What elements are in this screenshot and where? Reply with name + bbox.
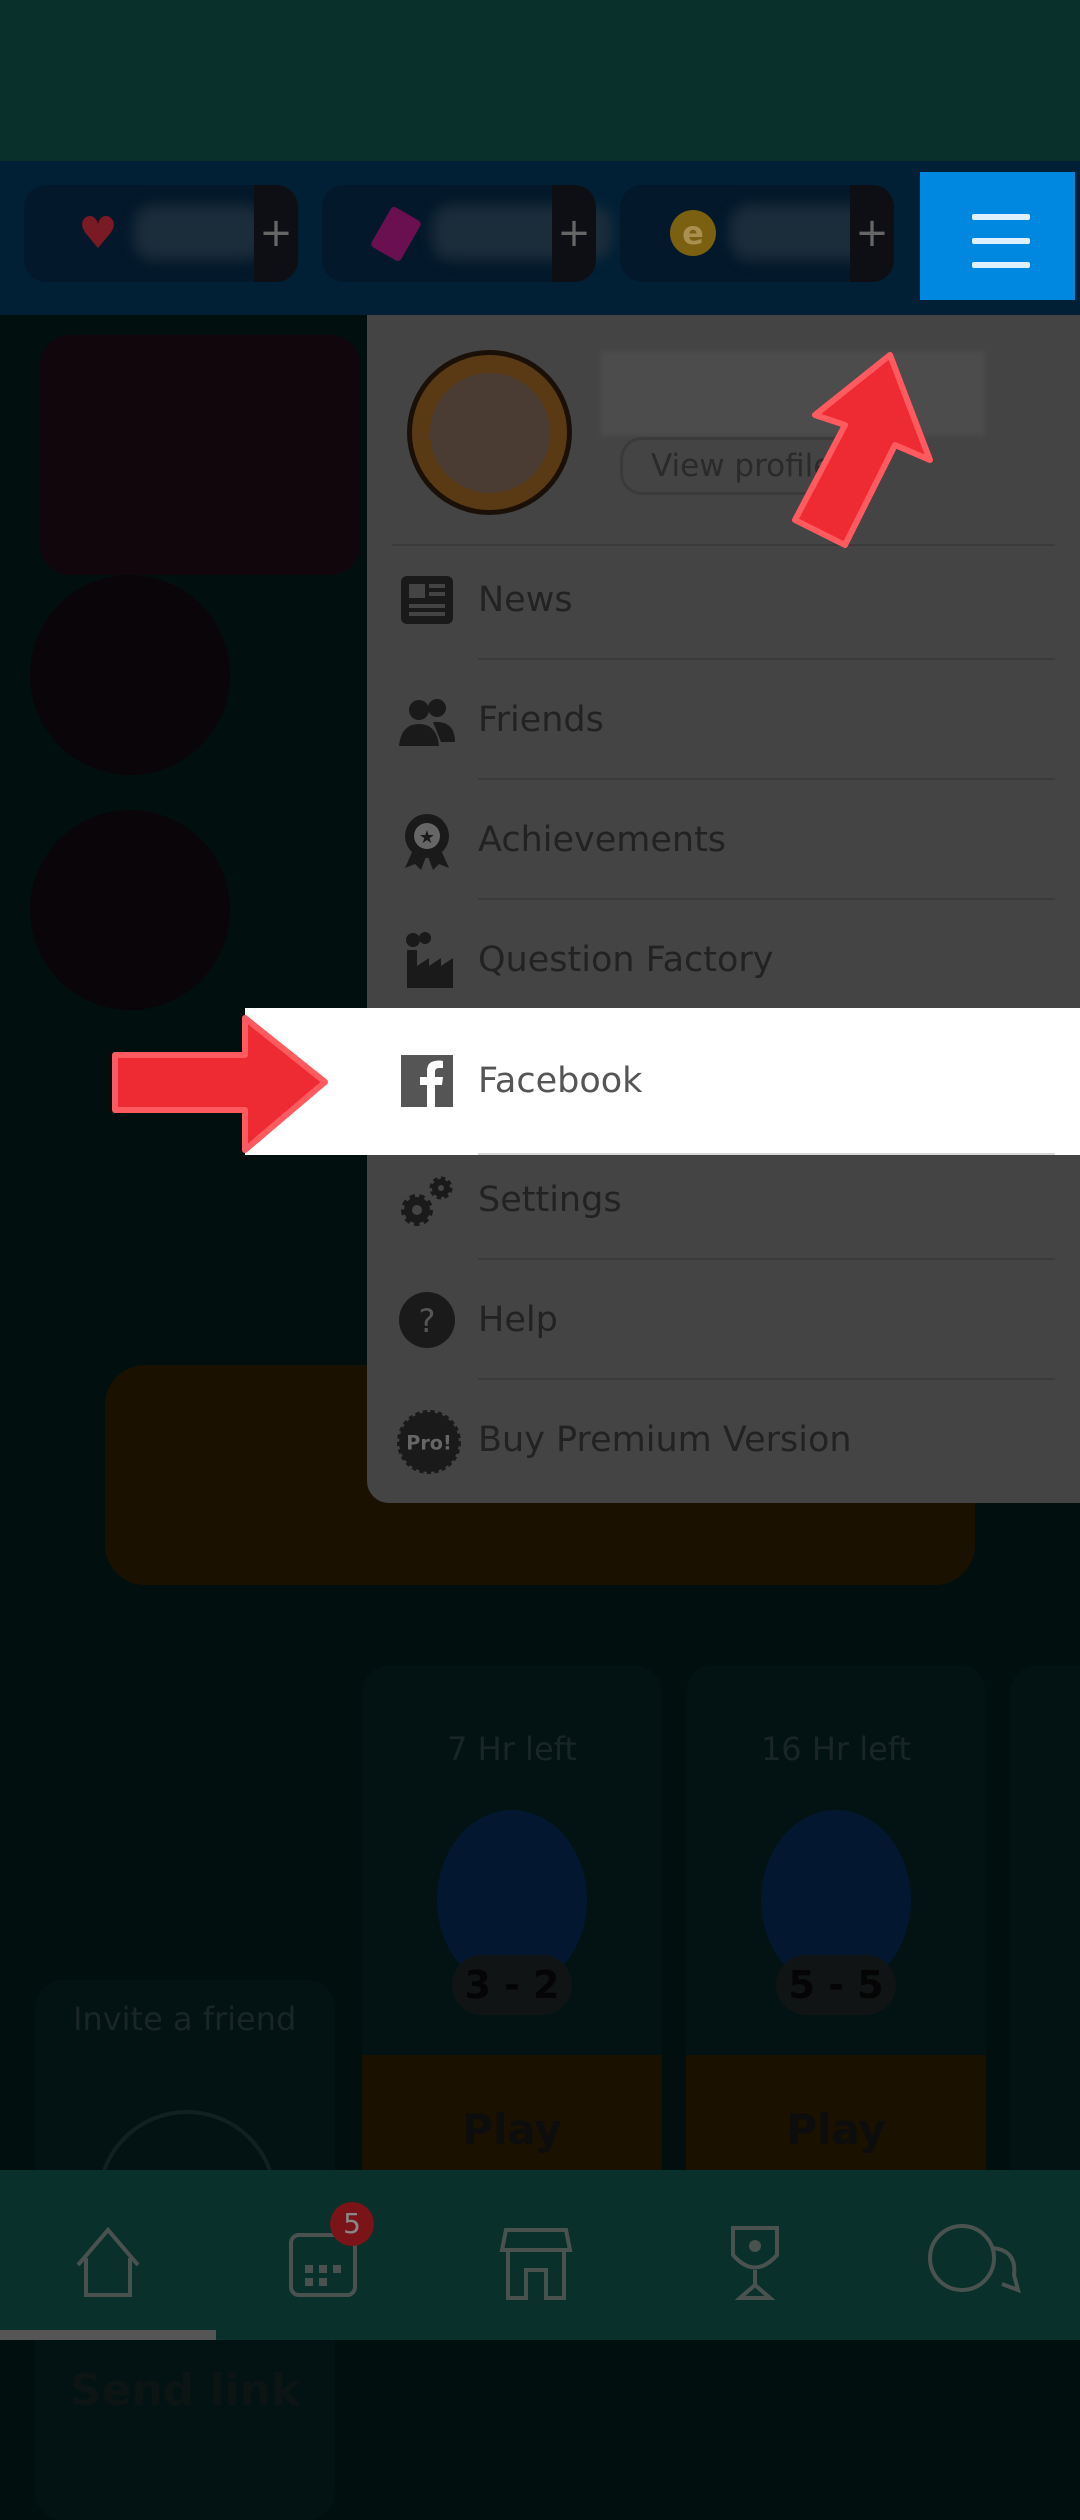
blurred-value [134,205,264,260]
profile-avatar[interactable] [407,350,572,515]
menu-button[interactable] [920,172,1075,300]
coin-icon: e [670,210,718,258]
menu-item-label: Help [478,1300,558,1340]
home-indicator [0,2330,216,2340]
menu-item-label: Buy Premium Version [478,1420,852,1460]
time-left: 16 Hr left [760,1730,912,1768]
time-left: 7 Hr left [447,1730,577,1768]
game-art [40,335,360,575]
menu-item-buy-premium-version[interactable]: Pro! Buy Premium Version [367,1380,1080,1500]
tickets-counter[interactable]: + [322,185,612,282]
top-bar: ♥ + + e + [0,161,1080,315]
home-background: Invite a friend Send link [0,315,975,2520]
factory-icon [397,930,457,990]
menu-item-label: Settings [478,1180,622,1220]
coins-counter[interactable]: e + [620,185,894,282]
side-menu: View profile News Friends ★ Achievements Que… [245,315,1080,1503]
gears-icon [397,1170,457,1230]
add-tickets-button[interactable]: + [552,185,596,282]
menu-item-label: Friends [478,700,604,740]
status-bar [0,0,1080,161]
game-card[interactable]: 16 Hr left 5 - 5 Play [686,1665,986,2205]
score: 3 - 2 [452,1955,572,2015]
menu-item-label: Achievements [478,820,727,860]
menu-item-label: Facebook [478,1061,643,1101]
heart-icon: ♥ [78,208,118,259]
crown-wheel [30,810,230,1010]
game-card[interactable]: 7 Hr left 3 - 2 Play [362,1665,662,2205]
annotation-arrow-right [112,1015,328,1153]
ticket-icon [369,205,423,263]
calendar-badge: 5 [330,2202,374,2246]
menu-item-facebook[interactable]: Facebook [245,1008,1080,1155]
newspaper-icon [397,570,457,630]
menu-item-help[interactable]: ? Help [367,1260,1080,1380]
hamburger-line [972,262,1030,268]
menu-item-settings[interactable]: Settings [367,1140,1080,1260]
trophy-icon[interactable] [715,2220,795,2300]
help-icon: ? [397,1290,457,1350]
score: 5 - 5 [776,1955,896,2015]
add-lives-button[interactable]: + [254,185,298,282]
pro-badge-icon: Pro! [397,1410,461,1474]
hamburger-icon [972,214,1030,220]
send-link-button[interactable]: Send link [35,2365,335,2416]
game-card[interactable] [1010,1665,1080,2205]
shop-icon[interactable] [496,2220,576,2300]
lives-counter[interactable]: ♥ + [24,185,298,282]
invite-label: Invite a friend [73,2000,297,2038]
menu-item-achievements[interactable]: ★ Achievements [367,780,1080,900]
menu-item-question-factory[interactable]: Question Factory [367,900,1080,1020]
home-icon[interactable] [68,2220,148,2300]
menu-item-friends[interactable]: Friends [367,660,1080,780]
friends-icon [397,690,457,750]
medal-icon: ★ [397,810,457,870]
add-coins-button[interactable]: + [850,185,894,282]
hamburger-line [972,238,1030,244]
category-wheel [30,575,230,775]
svg-text:Pro!: Pro! [406,1431,451,1454]
chat-icon[interactable] [922,2220,1022,2300]
svg-text:★: ★ [419,827,435,848]
annotation-arrow-up [792,352,933,548]
menu-item-label: News [478,580,573,620]
menu-item-label: Question Factory [478,940,774,980]
svg-text:?: ? [419,1302,436,1340]
menu-item-news[interactable]: News [367,540,1080,660]
bottom-nav [0,2170,1080,2340]
facebook-icon [397,1051,457,1111]
